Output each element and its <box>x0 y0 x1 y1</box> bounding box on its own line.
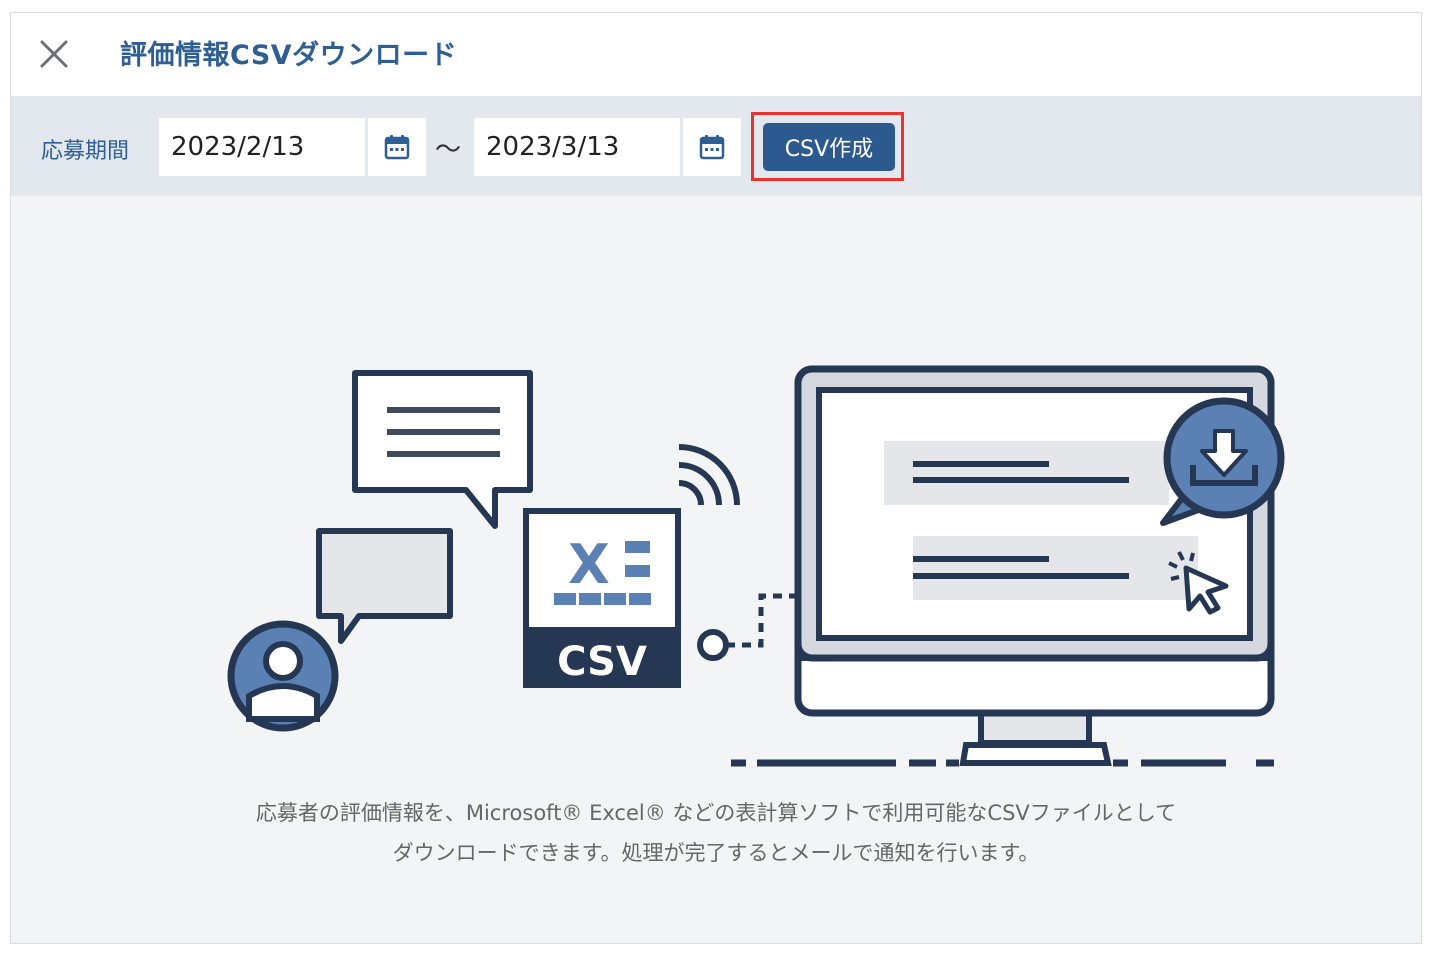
wifi-signal-icon <box>678 444 740 506</box>
period-toolbar: 応募期間 〜 <box>11 97 1421 196</box>
start-date-calendar-button[interactable] <box>368 118 426 176</box>
close-button[interactable] <box>37 37 71 71</box>
close-icon <box>40 40 68 68</box>
user-avatar-icon <box>227 620 339 732</box>
create-csv-button[interactable]: CSV作成 <box>763 123 895 171</box>
date-range-separator: 〜 <box>435 135 462 165</box>
csv-download-illustration: CSV X <box>227 365 1285 767</box>
calendar-icon <box>384 135 410 160</box>
period-label: 応募期間 <box>41 139 130 164</box>
chat-bubble-icon <box>352 370 533 529</box>
end-date-input[interactable] <box>474 118 680 176</box>
start-date-input[interactable] <box>159 118 365 176</box>
description-line-1: 応募者の評価情報を、Microsoft® Excel® などの表計算ソフトで利用… <box>255 801 1177 825</box>
csv-download-dialog: 評価情報CSVダウンロード 応募期間 〜 <box>10 12 1422 944</box>
end-date-calendar-button[interactable] <box>683 118 741 176</box>
reply-bubble-icon <box>316 528 453 644</box>
dialog-header: 評価情報CSVダウンロード <box>11 13 1421 97</box>
description-text: 応募者の評価情報を、Microsoft® Excel® などの表計算ソフトで利用… <box>11 793 1421 873</box>
excel-glyph: X <box>568 533 610 596</box>
csv-file-icon: CSV X <box>523 508 681 688</box>
csv-file-label: CSV <box>557 639 647 685</box>
dialog-title: 評価情報CSVダウンロード <box>120 40 458 71</box>
description-line-2: ダウンロードできます。処理が完了するとメールで通知を行います。 <box>392 841 1040 865</box>
calendar-icon <box>699 135 725 160</box>
